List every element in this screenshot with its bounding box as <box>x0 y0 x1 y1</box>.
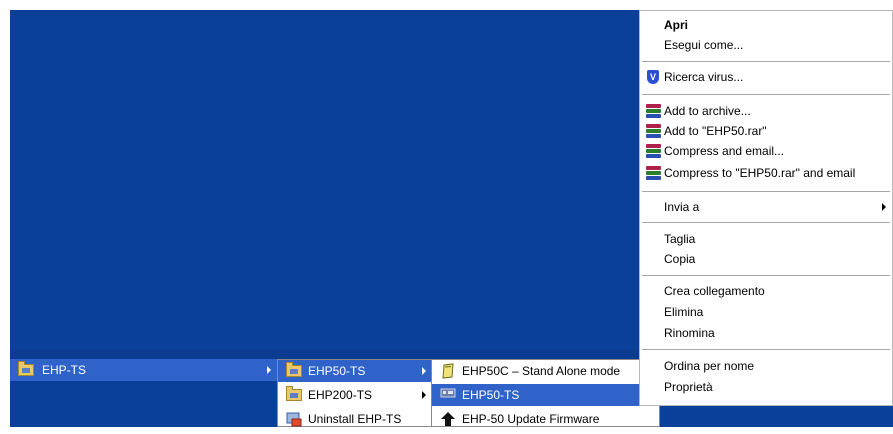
submenu-arrow-icon <box>267 366 271 374</box>
menu-item-label: EHP200-TS <box>308 388 373 402</box>
ctx-delete[interactable]: Elimina <box>640 302 892 322</box>
ctx-label: Proprietà <box>664 380 713 394</box>
menu-item-ehp200-ts[interactable]: EHP200-TS <box>278 384 432 406</box>
ctx-label: Add to archive... <box>664 104 751 118</box>
submenu-ehp50-ts: EHP50C – Stand Alone mode EHP50-TS EHP-5… <box>431 359 660 427</box>
antivirus-shield-icon: V <box>647 70 659 84</box>
separator <box>642 191 890 192</box>
submenu-arrow-icon <box>422 391 426 399</box>
separator <box>642 61 890 62</box>
menu-item-label: EHP50-TS <box>462 388 520 402</box>
ctx-label: Ordina per nome <box>664 359 755 373</box>
program-group-icon <box>286 362 302 377</box>
menu-item-label: EHP50-TS <box>308 364 366 378</box>
submenu-arrow-icon <box>882 203 886 211</box>
ctx-label: Apri <box>664 18 688 32</box>
program-group-icon <box>18 361 34 376</box>
arrow-up-icon <box>440 411 456 427</box>
start-menu-programs: EHP-TS <box>10 359 277 427</box>
uninstall-icon <box>286 411 302 427</box>
ctx-label: Taglia <box>664 232 696 246</box>
ctx-label: Crea collegamento <box>664 284 765 298</box>
ctx-compress-email[interactable]: Compress and email... <box>640 141 892 161</box>
ctx-label: Elimina <box>664 305 704 319</box>
winrar-icon <box>646 104 661 118</box>
ctx-run-as[interactable]: Esegui come... <box>640 35 892 55</box>
separator <box>642 349 890 350</box>
separator <box>642 275 890 276</box>
ctx-label: Compress to "EHP50.rar" and email <box>664 166 856 180</box>
ctx-label: Copia <box>664 252 696 266</box>
ctx-compress-to-rar-email[interactable]: Compress to "EHP50.rar" and email <box>640 163 892 183</box>
ctx-label: Esegui come... <box>664 38 744 52</box>
ctx-add-to-rar[interactable]: Add to "EHP50.rar" <box>640 121 892 141</box>
winrar-icon <box>646 144 661 158</box>
menu-item-ehp50-ts[interactable]: EHP50-TS <box>278 360 432 382</box>
ctx-label: Ricerca virus... <box>664 70 744 84</box>
menu-item-label: EHP50C – Stand Alone mode <box>462 364 621 378</box>
application-icon <box>440 387 456 403</box>
separator <box>642 94 890 95</box>
winrar-icon <box>646 166 661 180</box>
ctx-properties[interactable]: Proprietà <box>640 377 892 397</box>
submenu-arrow-icon <box>422 367 426 375</box>
ctx-label: Compress and email... <box>664 144 785 158</box>
ctx-label: Rinomina <box>664 326 715 340</box>
winrar-icon <box>646 124 661 138</box>
ctx-add-to-archive[interactable]: Add to archive... <box>640 101 892 121</box>
menu-item-ehp50-ts-app[interactable]: EHP50-TS <box>432 384 659 406</box>
ctx-rename[interactable]: Rinomina <box>640 323 892 343</box>
context-menu: Apri Esegui come... V Ricerca virus... A… <box>639 10 893 406</box>
ctx-copy[interactable]: Copia <box>640 249 892 269</box>
separator <box>642 222 890 223</box>
ctx-label: Invia a <box>664 200 700 214</box>
submenu-ehp-ts: EHP50-TS EHP200-TS Uninstall EHP-TS <box>277 359 433 427</box>
menu-item-ehp-ts[interactable]: EHP-TS <box>10 359 277 381</box>
ctx-virus-scan[interactable]: V Ricerca virus... <box>640 67 892 87</box>
ctx-cut[interactable]: Taglia <box>640 229 892 249</box>
ctx-sort-by-name[interactable]: Ordina per nome <box>640 356 892 376</box>
notebook-icon <box>440 363 456 379</box>
ctx-label: Add to "EHP50.rar" <box>664 124 767 138</box>
ctx-send-to[interactable]: Invia a <box>640 197 892 217</box>
program-group-icon <box>286 386 302 401</box>
menu-item-label: EHP-TS <box>42 363 87 377</box>
ctx-create-shortcut[interactable]: Crea collegamento <box>640 281 892 301</box>
ctx-open[interactable]: Apri <box>640 15 892 35</box>
menu-item-ehp50c-standalone[interactable]: EHP50C – Stand Alone mode <box>432 360 659 382</box>
